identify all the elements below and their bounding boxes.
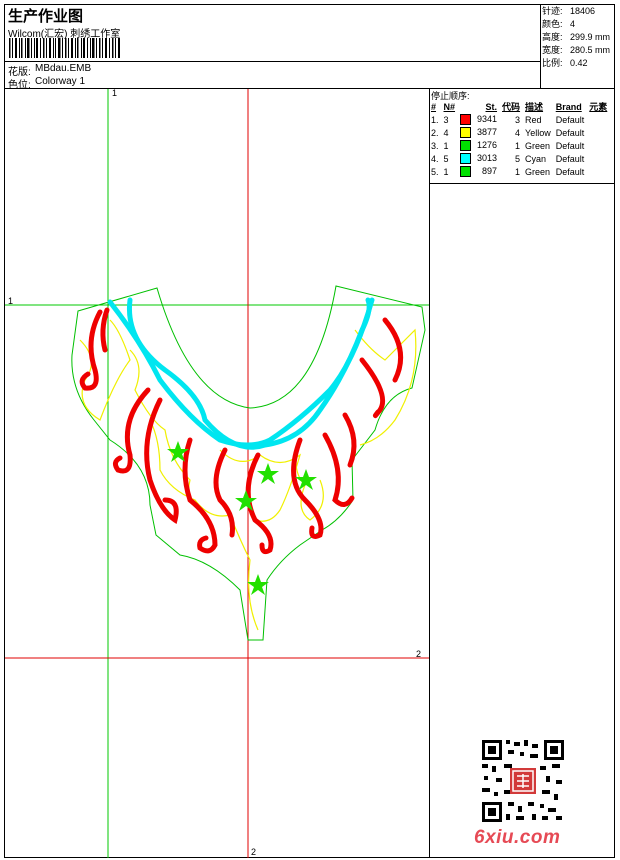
yellow-stitch-path <box>219 449 302 522</box>
watermark-logo: 6xiu.com <box>474 827 561 848</box>
cyan-braid-strand <box>126 297 372 450</box>
red-vertical-label: 2 <box>251 847 257 857</box>
red-scroll <box>342 412 357 468</box>
green-vertical-label: 1 <box>112 88 118 98</box>
red-scroll <box>359 357 386 418</box>
red-scroll <box>112 387 151 474</box>
red-scroll <box>79 309 103 391</box>
design-canvas <box>5 89 429 858</box>
red-scroll <box>322 432 355 507</box>
red-scroll <box>100 307 110 353</box>
flower-motif <box>235 490 257 511</box>
red-scroll <box>382 317 404 383</box>
flower-motif <box>247 574 269 595</box>
green-horizontal-label: 1 <box>8 296 14 306</box>
red-scroll <box>213 447 235 538</box>
qr-code-icon <box>480 738 566 824</box>
red-scroll <box>291 437 324 539</box>
yellow-stitch-path <box>129 349 201 511</box>
red-scroll <box>182 437 218 554</box>
flower-motif <box>257 463 279 484</box>
yellow-stitch-path <box>354 328 417 446</box>
red-horizontal-label: 2 <box>416 649 422 659</box>
